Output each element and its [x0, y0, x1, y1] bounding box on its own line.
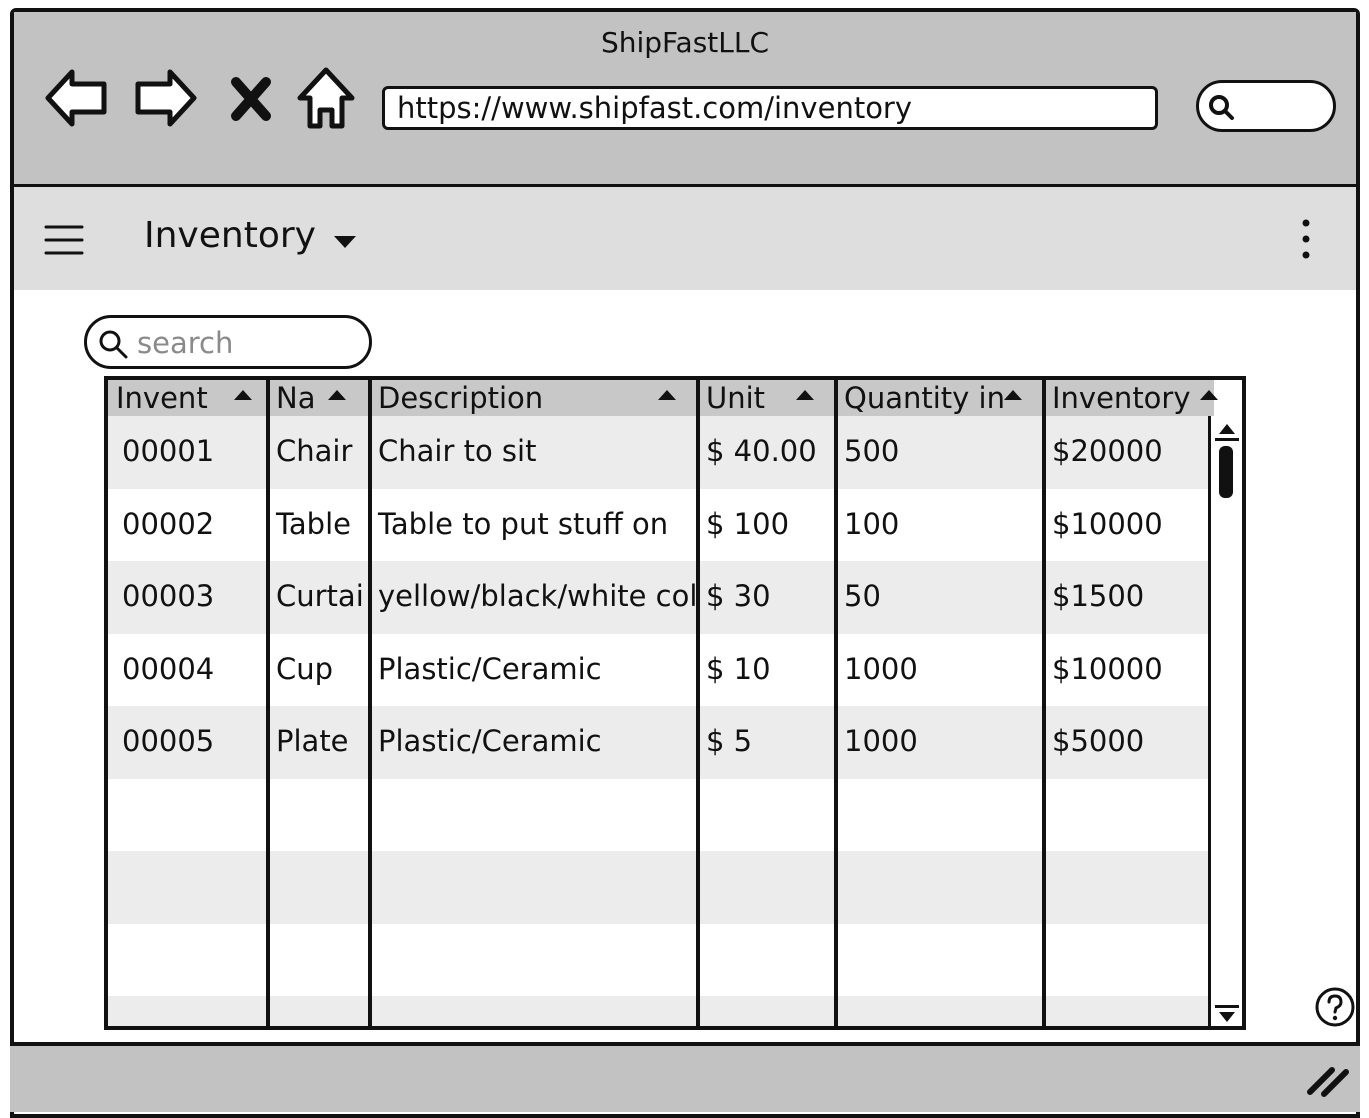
home-icon[interactable]: [294, 64, 358, 132]
chevron-down-icon[interactable]: [332, 233, 358, 251]
cell-id: 00003: [122, 579, 215, 613]
column-divider: [266, 380, 270, 1026]
cell-inventory: $10000: [1052, 651, 1163, 686]
cell-unit: $ 5: [706, 724, 753, 758]
column-header-name[interactable]: Na: [268, 380, 370, 416]
cell-quantity: 500: [844, 434, 900, 468]
empty-table-row: [108, 996, 1214, 1026]
table-header: Invent Na Description Unit Quantity in I…: [108, 380, 1218, 416]
cell-quantity: 1000: [844, 724, 918, 758]
column-header-label: Quantity in: [844, 381, 1005, 415]
cell-inventory: $10000: [1052, 506, 1163, 541]
hamburger-menu-icon[interactable]: [44, 223, 84, 257]
cell-name: Curtai: [276, 579, 364, 613]
back-arrow-icon[interactable]: [44, 64, 108, 132]
cell-id: 00002: [122, 506, 215, 541]
search-input[interactable]: [135, 324, 359, 362]
cell-name: Plate: [276, 724, 349, 758]
empty-table-row: [108, 779, 1214, 852]
search-icon: [1209, 95, 1234, 120]
scroll-down-icon[interactable]: [1215, 1005, 1239, 1026]
cell-quantity: 1000: [844, 651, 918, 686]
sort-ascending-icon[interactable]: [794, 388, 816, 402]
sort-ascending-icon[interactable]: [326, 388, 348, 402]
cell-id: 00005: [122, 724, 215, 758]
search-icon: [99, 330, 128, 359]
cell-unit: $ 100: [706, 506, 790, 541]
forward-arrow-icon[interactable]: [134, 64, 198, 132]
column-divider: [368, 380, 372, 1026]
cell-unit: $ 30: [706, 579, 771, 613]
scroll-up-icon[interactable]: [1215, 420, 1239, 441]
stop-x-icon[interactable]: [226, 64, 276, 132]
cell-description: Table to put stuff on: [378, 506, 669, 541]
column-header-label: Description: [378, 381, 544, 415]
search-box: [84, 315, 372, 369]
cell-unit: $ 40.00: [706, 434, 817, 468]
browser-chrome: ShipFastLLC https://www.shipfast.com/inv…: [14, 12, 1356, 187]
column-header-label: Invent: [116, 381, 208, 415]
column-header-label: Unit: [706, 381, 766, 415]
resize-grip-icon[interactable]: [1306, 1062, 1350, 1098]
table-row[interactable]: 00003 Curtai yellow/black/white col $ 30…: [108, 561, 1214, 634]
cell-name: Chair: [276, 434, 353, 468]
cell-name: Cup: [276, 651, 334, 686]
sort-ascending-icon[interactable]: [1002, 388, 1024, 402]
table-row[interactable]: 00001 Chair Chair to sit $ 40.00 500 $20…: [108, 416, 1214, 489]
scroll-thumb[interactable]: [1219, 446, 1233, 498]
page-title[interactable]: Inventory: [144, 215, 316, 256]
cell-description: yellow/black/white col: [378, 579, 698, 613]
cell-id: 00001: [122, 434, 215, 468]
cell-quantity: 100: [844, 506, 900, 541]
window-title: ShipFastLLC: [600, 26, 770, 59]
app-bar: Inventory: [14, 187, 1356, 290]
table-row[interactable]: 00004 Cup Plastic/Ceramic $ 10 1000 $100…: [108, 634, 1214, 707]
cell-name: Table: [276, 506, 351, 541]
vertical-scrollbar[interactable]: [1208, 416, 1242, 1026]
table-row[interactable]: 00005 Plate Plastic/Ceramic $ 5 1000 $50…: [108, 706, 1214, 779]
cell-description: Plastic/Ceramic: [378, 724, 602, 758]
cell-description: Chair to sit: [378, 434, 537, 468]
sort-ascending-icon[interactable]: [656, 388, 678, 402]
empty-table-row: [108, 924, 1214, 997]
help-icon[interactable]: [1314, 986, 1356, 1028]
cell-unit: $ 10: [706, 651, 771, 686]
column-header-label: Na: [276, 381, 316, 415]
sort-ascending-icon[interactable]: [232, 388, 254, 402]
sort-ascending-icon[interactable]: [1198, 388, 1220, 402]
column-divider: [1042, 380, 1046, 1026]
cell-inventory: $5000: [1052, 724, 1145, 758]
status-bar: [10, 1042, 1360, 1112]
column-header-description[interactable]: Description: [370, 380, 698, 416]
column-header-inventory[interactable]: Inventory: [1044, 380, 1214, 416]
column-divider: [696, 380, 700, 1026]
cell-inventory: $1500: [1052, 579, 1145, 613]
inventory-table: Invent Na Description Unit Quantity in I…: [104, 376, 1246, 1030]
column-divider: [834, 380, 838, 1026]
column-header-label: Inventory: [1052, 381, 1191, 415]
browser-window: ShipFastLLC https://www.shipfast.com/inv…: [10, 8, 1360, 1118]
url-bar[interactable]: https://www.shipfast.com/inventory: [382, 86, 1158, 130]
browser-search-box[interactable]: [1196, 80, 1336, 132]
more-options-icon[interactable]: [1298, 217, 1314, 261]
cell-quantity: 50: [844, 579, 881, 613]
cell-id: 00004: [122, 651, 215, 686]
cell-inventory: $20000: [1052, 434, 1163, 468]
table-row[interactable]: 00002 Table Table to put stuff on $ 100 …: [108, 489, 1214, 562]
cell-description: Plastic/Ceramic: [378, 651, 602, 686]
empty-table-row: [108, 851, 1214, 924]
